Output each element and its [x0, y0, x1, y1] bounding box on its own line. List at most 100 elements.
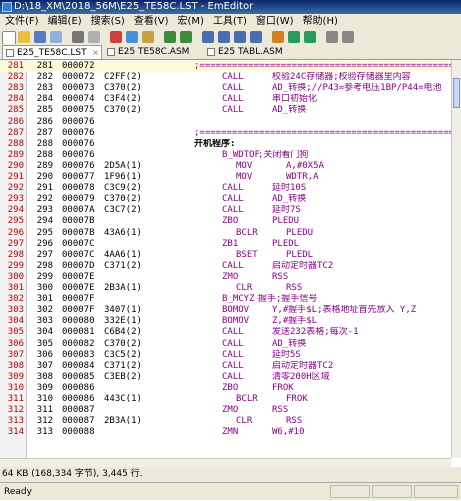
- code-line[interactable]: 298 297 00007C 4AA6(1) BSET PLEDL: [0, 250, 451, 261]
- code-line[interactable]: 281 281 000072 ;===========================…: [0, 61, 451, 72]
- file-info-bar: 64 KB (168,334 字节), 3,445 行.: [0, 467, 461, 482]
- line-number: 294: [7, 205, 24, 216]
- word-wrap-icon[interactable]: [326, 31, 338, 43]
- operand: AD_转换;//P43=参考电压1BP/P44=电池: [272, 83, 442, 94]
- code-line[interactable]: 286 286 000076: [0, 117, 451, 128]
- menu-search[interactable]: 搜索(S): [87, 14, 129, 30]
- menu-view[interactable]: 查看(V): [130, 14, 173, 30]
- status-bar: Ready: [0, 482, 461, 500]
- opcode: C3C5(2): [104, 349, 142, 360]
- listing-line-number: 295: [36, 227, 53, 238]
- bookmark-icon[interactable]: [272, 31, 284, 43]
- line-number: 284: [7, 94, 24, 105]
- line-number: 314: [7, 427, 24, 438]
- code-line[interactable]: 313 312 000087 2B3A(1) CLR RSS: [0, 416, 451, 427]
- code-line[interactable]: 284 284 000074 C3F4(2) CALL 串口初始化: [0, 94, 451, 105]
- open-folder-icon[interactable]: [18, 31, 30, 43]
- code-line[interactable]: 283 283 000073 C370(2) CALL AD_转换;//P43=参考电压1…: [0, 83, 451, 94]
- code-line[interactable]: 309 308 000085 C3EB(2) CALL 清零200H区域: [0, 372, 451, 383]
- menu-macro[interactable]: 宏(M): [174, 14, 208, 30]
- code-line[interactable]: 297 296 00007C ZB1 PLEDL: [0, 239, 451, 250]
- print-icon[interactable]: [72, 31, 84, 43]
- code-line[interactable]: 302 301 00007F B_MCYZ 握手;握手信号: [0, 294, 451, 305]
- code-line[interactable]: 308 307 000084 C371(2) CALL 启动定时器TC2: [0, 361, 451, 372]
- code-line[interactable]: 291 290 000077 1F96(1) MOV WDTR,A: [0, 172, 451, 183]
- code-line[interactable]: 293 292 000079 C370(2) CALL AD_转换: [0, 194, 451, 205]
- code-line[interactable]: 295 294 00007B ZBO PLEDU: [0, 216, 451, 227]
- find-next-icon[interactable]: [218, 31, 230, 43]
- listing-line-number: 283: [36, 83, 53, 94]
- menu-help[interactable]: 帮助(H): [299, 14, 342, 30]
- code-line[interactable]: 296 295 00007B 43A6(1) BCLR PLEDU: [0, 228, 451, 239]
- copy-icon[interactable]: [126, 31, 138, 43]
- listing-line-number: 300: [36, 283, 53, 293]
- code-line[interactable]: 292 291 000078 C3C9(2) CALL 延时10S: [0, 183, 451, 194]
- operand: A,#0X5A: [286, 160, 324, 171]
- address: 00007F: [62, 294, 95, 305]
- code-line[interactable]: 305 304 000081 C6B4(2) CALL 发送232表格;每次-1: [0, 327, 451, 338]
- menu-edit[interactable]: 编辑(E): [44, 14, 86, 30]
- address: 000076: [62, 116, 95, 127]
- menu-tools[interactable]: 工具(T): [209, 14, 251, 30]
- line-number: 311: [7, 394, 24, 404]
- tab-e25-te58c-lst[interactable]: E25_TE58C.LST ×: [2, 45, 102, 59]
- code-line[interactable]: 288 288 000076 开机程序:: [0, 139, 451, 150]
- mnemonic: CLR: [236, 416, 253, 427]
- replace-icon[interactable]: [250, 31, 262, 43]
- tab-e25-tabl-asm[interactable]: E25 TABL.ASM: [204, 45, 300, 59]
- code-line[interactable]: 285 285 000075 C370(2) CALL AD_转换: [0, 105, 451, 116]
- find-prev-icon[interactable]: [234, 31, 246, 43]
- mnemonic: CALL: [222, 194, 244, 205]
- operand: 启动定时器TC2: [272, 260, 334, 271]
- address: 000086: [62, 382, 95, 393]
- operand: W6,#10: [272, 427, 305, 438]
- macro-record-icon[interactable]: [288, 31, 300, 43]
- address: 00007C: [62, 249, 95, 260]
- paste-icon[interactable]: [142, 31, 154, 43]
- find-icon[interactable]: [202, 31, 214, 43]
- code-line[interactable]: 311 310 000086 443C(1) BCLR FROK: [0, 394, 451, 405]
- save-icon[interactable]: [34, 31, 46, 43]
- print-preview-icon[interactable]: [88, 31, 100, 43]
- save-all-icon[interactable]: [50, 31, 62, 43]
- macro-run-icon[interactable]: [304, 31, 316, 43]
- scrollbar-thumb[interactable]: [453, 78, 460, 108]
- code-line[interactable]: 310 309 000086 ZBO FROK: [0, 383, 451, 394]
- file-icon: [6, 49, 14, 57]
- operand: 发送232表格;每次-1: [272, 327, 359, 338]
- code-line[interactable]: 312 311 000087 ZMO RSS: [0, 405, 451, 416]
- operand: 延时5S: [272, 349, 301, 360]
- code-line[interactable]: 287 287 000076 ;===========================…: [0, 128, 451, 139]
- code-line[interactable]: 306 305 000082 C370(2) CALL AD_转换: [0, 339, 451, 350]
- code-line[interactable]: 299 298 00007D C371(2) CALL 启动定时器TC2: [0, 261, 451, 272]
- opcode: 43A6(1): [104, 227, 142, 238]
- code-line[interactable]: 282 282 000072 C2FF(2) CALL 校验24C存储器;校验存储器里内容: [0, 72, 451, 83]
- code-editor[interactable]: 281 281 000072 ;===========================…: [0, 60, 451, 458]
- vertical-scrollbar[interactable]: [451, 60, 461, 458]
- code-line[interactable]: 314 313 000088 ZMN W6,#10: [0, 427, 451, 438]
- menu-window[interactable]: 窗口(W): [252, 14, 298, 30]
- operand: AD_转换: [272, 105, 307, 116]
- code-line[interactable]: 307 306 000083 C3C5(2) CALL 延时5S: [0, 350, 451, 361]
- window-title: D:\18_XM\2018_56M\E25_TE58C.LST - EmEdit…: [14, 1, 254, 12]
- tab-e25-te58c-asm[interactable]: E25 TE58C.ASM: [104, 45, 202, 59]
- code-line[interactable]: 300 299 00007E ZMO RSS: [0, 272, 451, 283]
- properties-icon[interactable]: [342, 31, 354, 43]
- line-number: 306: [7, 338, 24, 349]
- code-line[interactable]: 301 300 00007E 2B3A(1) CLR RSS: [0, 283, 451, 294]
- new-file-icon[interactable]: [2, 31, 16, 45]
- operand: RSS: [286, 283, 303, 293]
- close-tab-icon[interactable]: ×: [92, 46, 99, 60]
- undo-icon[interactable]: [164, 31, 176, 43]
- cut-icon[interactable]: [110, 31, 122, 43]
- redo-icon[interactable]: [180, 31, 192, 43]
- listing-line-number: 289: [36, 160, 53, 171]
- mnemonic: CALL: [222, 260, 244, 271]
- code-line[interactable]: 303 302 00007F 3407(1) BOMOV Y,#握手$L;表格地址首先放入…: [0, 305, 451, 316]
- menu-file[interactable]: 文件(F): [1, 14, 43, 30]
- code-line[interactable]: 290 289 000076 2D5A(1) MOV A,#0X5A: [0, 161, 451, 172]
- code-line[interactable]: 304 303 000080 332E(1) BOMOV Z,#握手$L: [0, 316, 451, 327]
- address: 000076: [62, 160, 95, 171]
- code-line[interactable]: 289 288 000076 B_WDTOF ;关闭看门狗: [0, 150, 451, 161]
- code-line[interactable]: 294 293 00007A C3C7(2) CALL 延时7S: [0, 205, 451, 216]
